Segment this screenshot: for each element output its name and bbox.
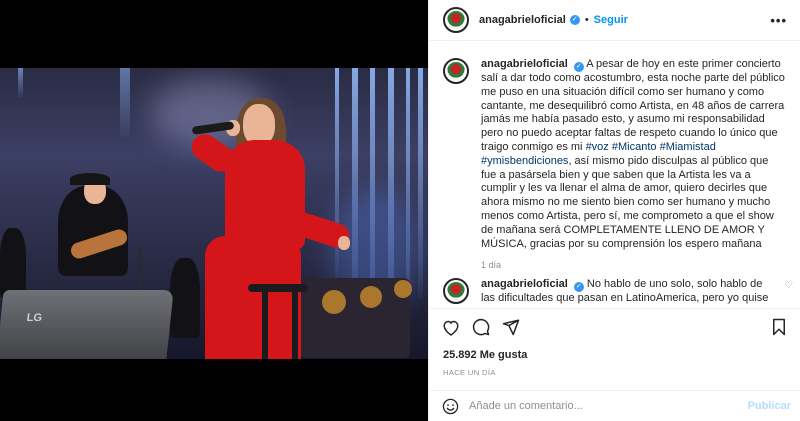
hashtag-link[interactable]: #Miamistad [660, 141, 716, 153]
likes-count[interactable]: 25.892 Me gusta [443, 349, 527, 361]
publish-button[interactable]: Publicar [748, 400, 791, 412]
separator-dot: • [584, 14, 589, 26]
action-bar [429, 308, 800, 344]
share-paper-plane-icon[interactable] [501, 317, 521, 337]
verified-badge-icon: ✓ [569, 15, 580, 25]
post-panel: anagabrieloficial ✓ • Seguir ••• anagabr… [428, 0, 800, 421]
comments-list[interactable]: anagabrieloficial ✓ A pesar de hoy en est… [429, 42, 800, 307]
like-heart-icon[interactable] [441, 317, 461, 337]
stage-speaker: LG [0, 290, 174, 359]
header-username[interactable]: anagabrieloficial [479, 14, 566, 26]
caption-avatar[interactable] [443, 58, 469, 84]
caption-username[interactable]: anagabrieloficial [481, 58, 568, 70]
emoji-smiley-icon[interactable] [441, 397, 459, 415]
comment-username[interactable]: anagabrieloficial [481, 278, 568, 290]
media-area: LG [0, 0, 428, 421]
post-date[interactable]: Hace un día [443, 368, 496, 377]
comment-bubble-icon[interactable] [471, 317, 491, 337]
save-bookmark-icon[interactable] [769, 317, 789, 337]
hashtag-link[interactable]: #voz [586, 141, 609, 153]
caption: anagabrieloficial ✓ A pesar de hoy en est… [443, 58, 785, 273]
comment-input[interactable] [469, 400, 729, 412]
caption-timestamp[interactable]: 1 día [481, 259, 785, 273]
post-photo[interactable]: LG [0, 68, 428, 359]
verified-badge-icon: ✓ [573, 62, 584, 72]
comment-item: anagabrieloficial ✓ No hablo de uno solo,… [443, 278, 771, 306]
caption-text-part-2: , así mismo pido disculpas al público qu… [481, 154, 774, 250]
comment-avatar[interactable] [443, 278, 469, 304]
follow-button[interactable]: Seguir [594, 14, 628, 26]
add-comment-bar: Publicar [429, 390, 800, 421]
post-header: anagabrieloficial ✓ • Seguir ••• [429, 0, 800, 41]
avatar[interactable] [443, 7, 469, 33]
caption-text-part-1: A pesar de hoy en este primer concierto … [481, 58, 785, 153]
hashtag-link[interactable]: #ymisbendiciones [481, 155, 568, 167]
speaker-brand-label: LG [26, 312, 43, 324]
comment-like-heart-icon[interactable]: ♡ [784, 280, 793, 291]
verified-badge-icon: ✓ [573, 282, 584, 292]
hashtag-link[interactable]: #Micanto [612, 141, 657, 153]
more-horizontal-icon[interactable]: ••• [770, 13, 787, 28]
instagram-post-window: LG anagabrieloficial ✓ • Seguir ••• anag… [0, 0, 800, 421]
